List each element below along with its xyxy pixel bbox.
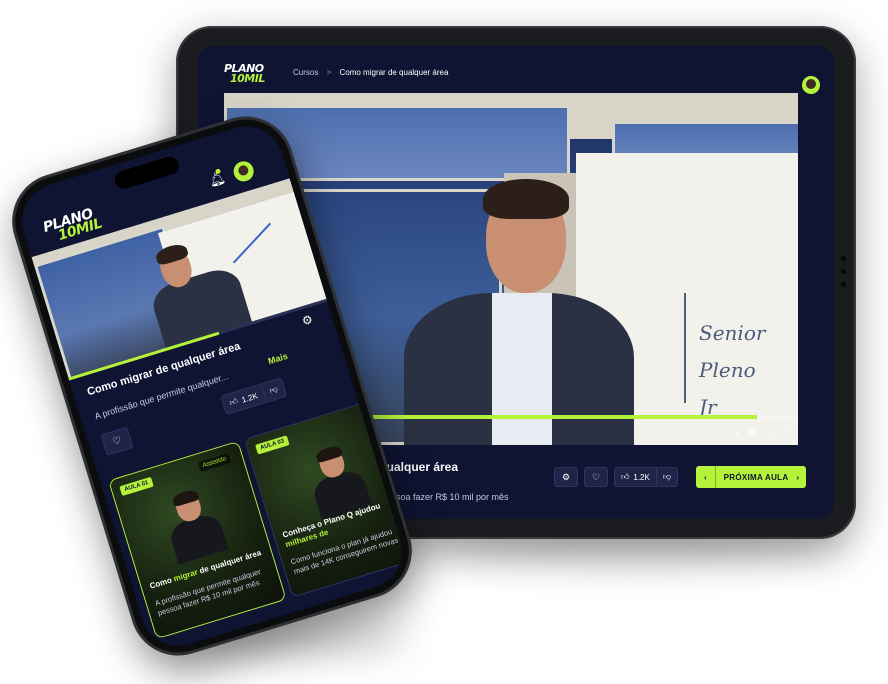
tablet-side-dots <box>841 256 846 287</box>
settings-button[interactable]: ⚙ <box>554 467 578 487</box>
like-dislike-group: 👍︎ 1.2K 👎︎ <box>220 377 288 416</box>
breadcrumb-current: Como migrar de qualquer área <box>339 68 449 77</box>
logo-text-10mil: 10MIL <box>230 72 265 85</box>
thumbs-down-icon: 👎︎ <box>268 384 279 396</box>
dislike-button[interactable]: 👎︎ <box>260 378 287 402</box>
like-count: 1.2K <box>633 472 650 482</box>
lesson-cards: AULA 01 Assistido Como migrar de qualque… <box>108 393 412 653</box>
video-frame <box>31 178 328 380</box>
heart-icon: ♡ <box>591 471 601 482</box>
phone-device: PLANO 10MIL 🔔︎ Como migrar de qualquer á <box>0 104 424 668</box>
breadcrumb: Cursos > Como migrar de qualquer área <box>293 68 448 77</box>
previous-lesson-button[interactable]: ‹ <box>696 466 716 488</box>
gear-icon[interactable]: ⚙ <box>300 312 314 329</box>
avatar[interactable] <box>231 158 257 184</box>
dislike-button[interactable]: 👎︎ <box>655 468 677 486</box>
more-link[interactable]: Mais <box>267 351 289 366</box>
chevron-right-icon: › <box>796 472 800 482</box>
thumbs-up-icon: 👍︎ <box>621 472 630 481</box>
next-lesson-button[interactable]: PRÓXIMA AULA <box>716 466 795 488</box>
gear-icon[interactable]: ⚙ <box>748 427 756 438</box>
lesson-nav: ‹ PRÓXIMA AULA › <box>695 466 807 488</box>
gear-icon: ⚙ <box>561 471 571 482</box>
breadcrumb-cursos[interactable]: Cursos <box>293 68 318 77</box>
like-dislike-group: 👍︎ 1.2K 👎︎ <box>614 467 678 487</box>
avatar[interactable] <box>802 76 820 94</box>
thumbs-down-icon: 👎︎ <box>662 472 671 481</box>
heart-icon: ♡ <box>111 434 123 448</box>
like-button[interactable]: 👍︎ 1.2K <box>615 468 656 486</box>
favorite-button[interactable]: ♡ <box>584 467 608 487</box>
lesson-actions: ⚙ ♡ 👍︎ 1.2K 👎︎ ‹ PRÓXIMA AULA › <box>554 466 807 488</box>
cast-icon[interactable]: ▭ <box>765 427 774 438</box>
brand-logo[interactable]: PLANO 10MIL <box>224 63 265 85</box>
breadcrumb-separator: > <box>326 68 332 77</box>
phone-screen: PLANO 10MIL 🔔︎ Como migrar de qualquer á <box>12 117 412 655</box>
whiteboard-text-senior: Senior <box>699 321 766 345</box>
favorite-button[interactable]: ♡ <box>100 426 134 456</box>
fullscreen-icon[interactable]: ⤢ <box>783 427 790 438</box>
like-button[interactable]: 👍︎ 1.2K <box>222 385 266 414</box>
video-player[interactable] <box>31 178 328 380</box>
phone-device-wrap: PLANO 10MIL 🔔︎ Como migrar de qualquer á <box>0 104 424 668</box>
like-count: 1.2K <box>240 390 259 405</box>
video-controls: ⤓ ⚙ ▭ ⤢ <box>735 427 790 438</box>
whiteboard-text-pleno: Pleno <box>699 358 756 382</box>
dynamic-island <box>112 154 181 191</box>
download-icon[interactable]: ⤓ <box>735 427 739 438</box>
